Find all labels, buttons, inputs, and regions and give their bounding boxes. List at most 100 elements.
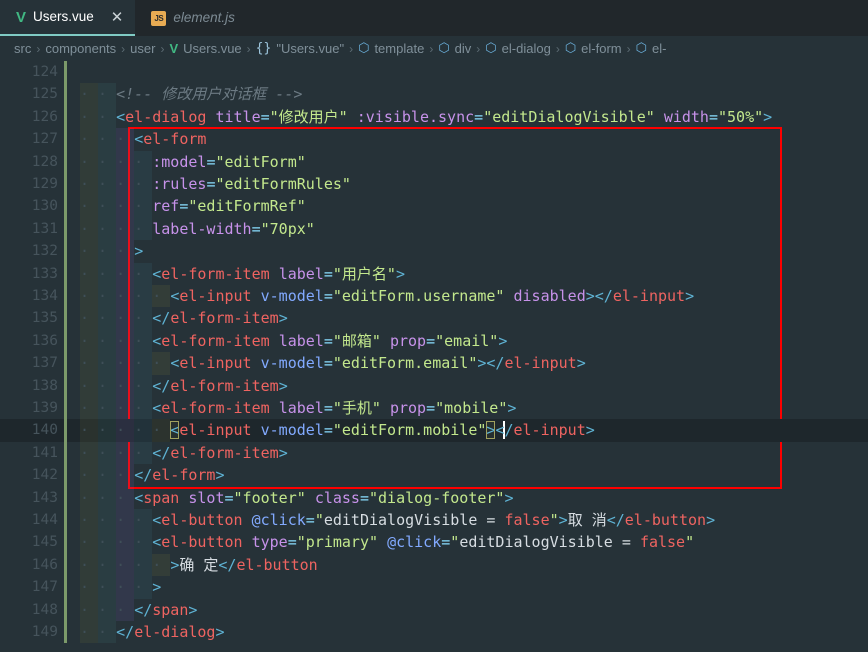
token-tag: el-dialog xyxy=(125,107,207,126)
breadcrumb-label: Users.vue xyxy=(183,41,242,56)
token-str: "50%" xyxy=(718,107,764,126)
code-line[interactable]: 141 · · · · </el-form-item> xyxy=(0,441,868,465)
breadcrumb-label: "Users.vue" xyxy=(276,41,345,56)
code-text: · · · · ref="editFormRef" xyxy=(80,195,306,217)
code-line[interactable]: 145 · · · · <el-button type="primary" @cl… xyxy=(0,531,868,554)
breadcrumb-item-template[interactable]: ⬡ template xyxy=(358,41,424,56)
breadcrumb-item-el-dialog[interactable]: ⬡ el-dialog xyxy=(485,41,551,56)
code-line[interactable]: 126 · · <el-dialog title="修改用户" :visible.… xyxy=(0,105,868,129)
code-line[interactable]: 132 · · · > xyxy=(0,240,868,263)
breadcrumb-item-el[interactable]: ⬡ el- xyxy=(636,41,667,56)
token-punct: > xyxy=(278,309,288,328)
line-number: 138 xyxy=(31,377,58,394)
code-line[interactable]: 142 · · · </el-form> xyxy=(0,464,868,487)
line-number: 126 xyxy=(31,108,58,125)
token-punct: < xyxy=(170,287,180,305)
code-editor[interactable]: 124 125 · · <!-- 修改用户对话框 --> 126 · · <el-dia… xyxy=(0,61,868,652)
token-punct: > xyxy=(278,443,288,462)
token-punct: > xyxy=(576,354,586,373)
indent-dots: · · · xyxy=(80,466,135,485)
token-eq: = xyxy=(323,421,333,440)
code-line[interactable]: 131 · · · · label-width="70px" xyxy=(0,217,868,241)
code-text: · · · · · <el-input v-model="editForm.mo… xyxy=(80,419,595,441)
code-line[interactable]: 139 · · · · <el-form-item label="手机" prop… xyxy=(0,397,868,420)
line-number: 140 xyxy=(31,422,58,439)
breadcrumb-item-users-vue[interactable]: V Users.vue xyxy=(169,41,241,56)
token-punct: </ xyxy=(152,376,171,395)
breadcrumb-label: template xyxy=(374,41,425,56)
git-modified-indicator xyxy=(64,352,67,375)
breadcrumb-separator: › xyxy=(626,41,631,56)
token-attr: label-width xyxy=(152,219,252,238)
breadcrumb-item-src[interactable]: src xyxy=(14,41,31,56)
token-tag: el-input xyxy=(179,421,252,440)
breadcrumb-item-components[interactable]: components xyxy=(45,41,116,56)
code-line[interactable]: 148 · · · </span> xyxy=(0,598,868,621)
code-line[interactable]: 128 · · · · :model="editForm" xyxy=(0,150,868,173)
braces-icon: {} xyxy=(255,41,272,56)
token-str: "editFormRef" xyxy=(188,197,306,216)
tab-users-vue[interactable]: V Users.vue ✕ xyxy=(0,0,136,36)
token-attr2: @click xyxy=(251,511,306,529)
token-punct: > xyxy=(215,623,225,641)
code-line[interactable]: 147 · · · · > xyxy=(0,576,868,599)
line-number: 131 xyxy=(31,220,58,237)
git-modified-indicator xyxy=(64,531,67,554)
token-attr: prop xyxy=(389,399,427,417)
code-line[interactable]: 134 · · · · · <el-input v-model="editForm… xyxy=(0,285,868,308)
breadcrumb-item-div[interactable]: ⬡ div xyxy=(438,41,471,56)
line-number: 127 xyxy=(31,131,58,148)
breadcrumb-item-users-vue[interactable]: {} "Users.vue" xyxy=(256,41,344,56)
code-line[interactable]: 124 xyxy=(0,61,868,84)
token-eq: = xyxy=(323,264,333,283)
token-punct: > xyxy=(278,376,288,395)
git-modified-indicator xyxy=(64,128,67,151)
code-line[interactable]: 143 · · · <span slot="footer" class="dial… xyxy=(0,486,868,509)
breadcrumb-item-el-form[interactable]: ⬡ el-form xyxy=(565,41,622,56)
code-line[interactable]: 137 · · · · · <el-input v-model="editForm… xyxy=(0,352,868,375)
breadcrumb-item-user[interactable]: user xyxy=(130,41,155,56)
code-line[interactable]: 129 · · · · :rules="editFormRules" xyxy=(0,173,868,196)
code-line[interactable]: 127 · · · <el-form xyxy=(0,128,868,151)
code-line[interactable]: 133 · · · · <el-form-item label="用户名"> xyxy=(0,262,868,285)
code-text: · · · · <el-form-item label="用户名"> xyxy=(80,263,405,285)
token-punct: </ xyxy=(594,287,613,305)
code-text: · · · > xyxy=(80,240,143,262)
token-attr: label xyxy=(278,331,324,350)
token-punct: > xyxy=(395,264,405,283)
indent-dots: · · · · xyxy=(80,399,153,417)
code-text: · · · · <el-button @click="editDialogVis… xyxy=(80,509,715,531)
code-text: · · · · label-width="70px" xyxy=(80,218,315,240)
token-eq: = xyxy=(359,488,369,507)
token-eq: = xyxy=(251,219,261,238)
code-line[interactable]: 125 · · <!-- 修改用户对话框 --> xyxy=(0,83,868,106)
code-line[interactable]: 146 · · · · · >确 定</el-button xyxy=(0,553,868,577)
git-modified-indicator xyxy=(64,598,67,621)
token-punct: > xyxy=(585,421,595,440)
breadcrumb-separator: › xyxy=(476,41,481,56)
code-line[interactable]: 140 · · · · · <el-input v-model="editForm… xyxy=(0,419,868,442)
breadcrumb-label: src xyxy=(14,41,32,56)
tab-element-js[interactable]: JS element.js xyxy=(135,0,247,36)
token-attr: :model xyxy=(152,152,207,171)
close-icon[interactable]: ✕ xyxy=(111,9,124,25)
code-line[interactable]: 136 · · · · <el-form-item label="邮箱" prop… xyxy=(0,329,868,353)
code-line[interactable]: 130 · · · · ref="editFormRef" xyxy=(0,195,868,218)
line-number: 146 xyxy=(31,556,58,573)
code-line[interactable]: 138 · · · · </el-form-item> xyxy=(0,374,868,397)
breadcrumb-label: el-form xyxy=(581,41,622,56)
token-attr: :rules xyxy=(152,175,207,193)
token-str: "primary" xyxy=(296,533,379,552)
token-punct: </ xyxy=(486,354,505,373)
token-str: "editFormRules" xyxy=(215,175,351,193)
token-tag: el-form-item xyxy=(170,376,279,395)
code-line[interactable]: 149 · · </el-dialog> xyxy=(0,621,868,644)
token-eq: = xyxy=(323,287,333,305)
indent-dots: · · · · · xyxy=(80,421,171,440)
code-line[interactable]: 135 · · · · </el-form-item> xyxy=(0,307,868,330)
code-line[interactable]: 144 · · · · <el-button @click="editDialog… xyxy=(0,509,868,532)
token-punct: < xyxy=(170,354,180,373)
